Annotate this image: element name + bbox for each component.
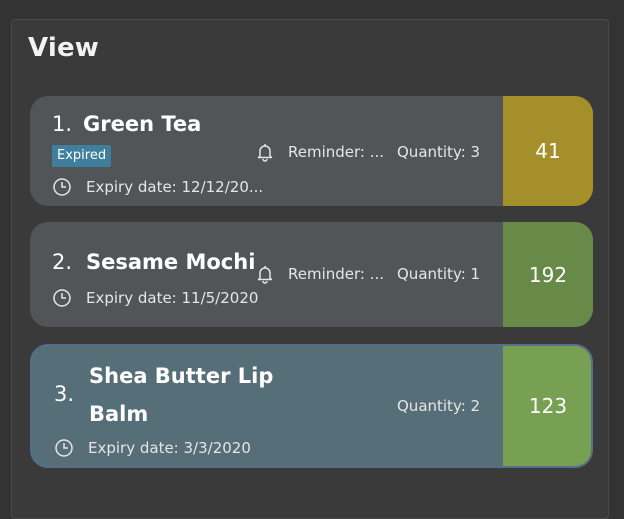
reminder-text: Reminder: ... (288, 143, 385, 161)
quantity-text: Quantity: 1 (397, 265, 481, 283)
item-name: Green Tea (83, 112, 202, 136)
item-name: Shea Butter Lip Balm (89, 357, 273, 433)
expiry-text: Expiry date: 11/5/2020 (86, 289, 259, 307)
item-name: Sesame Mochi (86, 250, 256, 274)
item-card-2[interactable]: 2. Sesame Mochi Reminder: ... Quantity: … (30, 222, 593, 327)
clock-icon (54, 438, 74, 458)
item-index: 1. (52, 112, 73, 136)
clock-icon (52, 177, 72, 197)
reminder-text: Reminder: ... (288, 265, 385, 283)
quantity-text: Quantity: 3 (397, 143, 481, 161)
expired-badge: Expired (52, 145, 112, 167)
expiry-text: Expiry date: 3/3/2020 (88, 439, 251, 457)
item-card-1[interactable]: 1. Green Tea Expired Reminder: ... Quant… (30, 96, 593, 206)
item-index: 3. (54, 382, 75, 406)
item-number: 123 (503, 346, 591, 466)
expiry-text: Expiry date: 12/12/20... (86, 178, 264, 196)
item-index: 2. (52, 250, 73, 274)
bell-icon (255, 264, 275, 284)
clock-icon (52, 288, 72, 308)
item-number: 41 (503, 96, 593, 206)
bell-icon (255, 142, 275, 162)
item-name-line2: Balm (89, 402, 149, 426)
panel-title: View (28, 33, 100, 63)
item-number: 192 (503, 222, 593, 327)
quantity-text: Quantity: 2 (397, 397, 481, 415)
view-panel: View 1. Green Tea Expired Reminder: ... … (11, 19, 609, 519)
item-card-3[interactable]: 3. Shea Butter Lip Balm Quantity: 2 Expi… (30, 344, 593, 468)
item-name-line1: Shea Butter Lip (89, 364, 274, 388)
